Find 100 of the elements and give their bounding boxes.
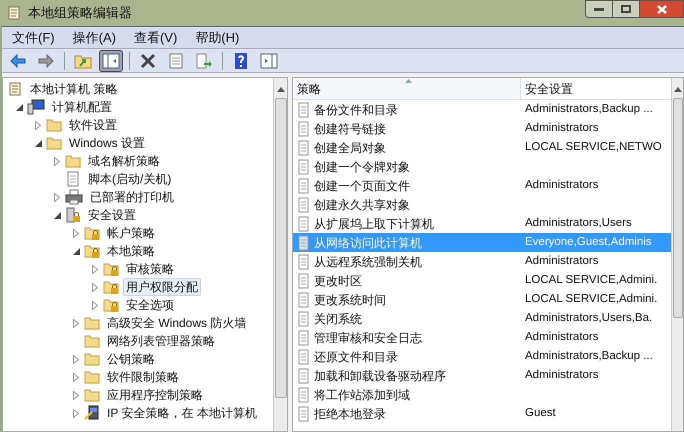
- collapsed-arrow-icon[interactable]: [54, 156, 60, 166]
- tree-item[interactable]: 软件限制策略: [104, 368, 182, 386]
- maximize-button[interactable]: [613, 0, 640, 18]
- document-icon: [65, 171, 81, 187]
- collapsed-arrow-icon[interactable]: [92, 264, 98, 274]
- table-row[interactable]: 加载和卸载设备驱动程序 Administrators: [293, 366, 671, 385]
- tree-item[interactable]: 安全选项: [123, 296, 177, 314]
- collapsed-arrow-icon[interactable]: [73, 354, 79, 364]
- table-row[interactable]: 更改系统时间 LOCAL SERVICE,Admini.: [293, 290, 671, 309]
- table-cell-text: 创建符号链接: [314, 120, 386, 138]
- table-cell-text: 拒绝本地登录: [314, 406, 386, 422]
- table-cell: Administrators: [525, 368, 598, 381]
- tree-item[interactable]: Windows 设置: [66, 134, 148, 152]
- collapsed-arrow-icon[interactable]: [35, 120, 41, 130]
- table-row[interactable]: 创建符号链接 Administrators: [293, 119, 671, 138]
- tree-item[interactable]: 帐户策略: [104, 224, 158, 242]
- expanded-arrow-icon[interactable]: [16, 104, 22, 110]
- tree-item[interactable]: 安全设置: [85, 206, 139, 224]
- tree-item[interactable]: 用户权限分配: [123, 278, 201, 296]
- collapsed-arrow-icon[interactable]: [73, 408, 79, 418]
- collapsed-arrow-icon[interactable]: [54, 192, 60, 202]
- tree-item[interactable]: 本地策略: [104, 242, 158, 260]
- table-row[interactable]: 将工作站添加到域: [293, 385, 671, 404]
- policy-icon: [297, 348, 311, 364]
- sort-arrow-icon: [405, 79, 412, 83]
- policy-icon: [297, 158, 311, 174]
- locked-server-icon: [65, 207, 81, 223]
- tree-item[interactable]: 域名解析策略: [85, 152, 163, 170]
- collapsed-arrow-icon[interactable]: [73, 318, 79, 328]
- tree-item[interactable]: IP 安全策略，在 本地计算机: [104, 404, 260, 422]
- table-row[interactable]: 拒绝本地登录 Guest: [293, 404, 671, 423]
- help-icon: [232, 52, 250, 70]
- policy-icon: [297, 234, 311, 250]
- menu-item[interactable]: 文件(F): [8, 28, 59, 48]
- tree-item[interactable]: 脚本(启动/关机): [85, 170, 174, 188]
- table-cell: Everyone,Guest,Adminis: [525, 236, 652, 248]
- policy-icon: [297, 196, 311, 212]
- menu-item[interactable]: 查看(V): [130, 28, 182, 48]
- close-icon: [656, 4, 666, 14]
- scroll-up-icon[interactable]: [674, 86, 682, 92]
- table-cell-text: 还原文件和目录: [314, 348, 398, 366]
- scrollbar[interactable]: [273, 78, 287, 431]
- column-header[interactable]: 策略: [293, 78, 521, 99]
- locked-folder-icon: [84, 226, 100, 240]
- tree-item[interactable]: 公钥策略: [104, 350, 158, 368]
- collapsed-arrow-icon[interactable]: [73, 390, 79, 400]
- table-cell-text: 更改系统时间: [314, 292, 386, 308]
- scroll-up-icon[interactable]: [276, 86, 284, 92]
- folder-icon: [84, 352, 100, 366]
- locked-folder-icon: [103, 298, 119, 312]
- tree-item[interactable]: 审核策略: [123, 260, 177, 278]
- table-cell: Guest: [525, 406, 556, 419]
- table-cell: Administrators,Backup ...: [525, 102, 653, 115]
- scrollbar-thumb[interactable]: [672, 98, 682, 318]
- policy-icon: [297, 178, 311, 194]
- table-row[interactable]: 创建永久共享对象: [293, 195, 671, 214]
- table-cell: Administrators,Users,Ba.: [525, 312, 652, 324]
- table-row[interactable]: 创建一个页面文件 Administrators: [293, 176, 671, 195]
- collapsed-arrow-icon[interactable]: [73, 372, 79, 382]
- toolbar-button[interactable]: [99, 50, 123, 72]
- collapsed-arrow-icon[interactable]: [92, 300, 98, 310]
- tree-item[interactable]: 计算机配置: [49, 98, 115, 116]
- tree-item[interactable]: 网络列表管理器策略: [104, 332, 218, 350]
- scroll-icon: [6, 5, 22, 21]
- collapsed-arrow-icon[interactable]: [92, 282, 98, 292]
- expanded-arrow-icon[interactable]: [54, 212, 60, 218]
- scrollbar-thumb[interactable]: [274, 98, 286, 398]
- tree-item[interactable]: 本地计算机 策略: [27, 80, 120, 98]
- table-row[interactable]: 更改时区 LOCAL SERVICE,Admini.: [293, 271, 671, 290]
- table-row[interactable]: 创建一个令牌对象: [293, 157, 671, 176]
- table-row[interactable]: 从远程系统强制关机 Administrators: [293, 252, 671, 271]
- tree-item[interactable]: 软件设置: [66, 116, 120, 134]
- tree-item[interactable]: 高级安全 Windows 防火墙: [104, 314, 250, 332]
- table-row[interactable]: 管理审核和安全日志 Administrators: [293, 328, 671, 347]
- table-row[interactable]: 关闭系统 Administrators,Users,Ba.: [293, 309, 671, 328]
- table-cell-text: 创建一个令牌对象: [314, 158, 410, 176]
- table-row[interactable]: 备份文件和目录 Administrators,Backup ...: [293, 100, 671, 119]
- menu-item[interactable]: 帮助(H): [191, 28, 244, 48]
- tree-item[interactable]: 已部署的打印机: [87, 188, 177, 206]
- expanded-arrow-icon[interactable]: [34, 140, 42, 146]
- policy-icon: [297, 120, 311, 136]
- table-row[interactable]: 创建全局对象 LOCAL SERVICE,NETWO: [293, 138, 671, 157]
- table-cell-text: 管理审核和安全日志: [314, 330, 422, 346]
- table-cell-text: 创建一个页面文件: [314, 178, 410, 194]
- table-cell: Administrators: [525, 178, 598, 191]
- policy-icon: [297, 102, 311, 118]
- table-row[interactable]: 还原文件和目录 Administrators,Backup ...: [293, 347, 671, 366]
- column-header[interactable]: 安全设置: [521, 78, 671, 99]
- collapsed-arrow-icon[interactable]: [73, 228, 79, 238]
- close-button[interactable]: [640, 0, 684, 18]
- expanded-arrow-icon[interactable]: [72, 248, 80, 254]
- menu-item[interactable]: 操作(A): [68, 28, 120, 48]
- scrollbar[interactable]: [671, 78, 683, 431]
- table-row[interactable]: 从扩展坞上取下计算机 Administrators,Users: [293, 214, 671, 233]
- table-cell-text: 备份文件和目录: [314, 102, 398, 118]
- table-cell-text: 更改时区: [314, 272, 362, 290]
- table-cell: LOCAL SERVICE,Admini.: [525, 292, 658, 305]
- minimize-button[interactable]: [585, 0, 613, 18]
- tree-item[interactable]: 应用程序控制策略: [104, 386, 206, 404]
- table-cell-text: 将工作站添加到域: [314, 386, 410, 404]
